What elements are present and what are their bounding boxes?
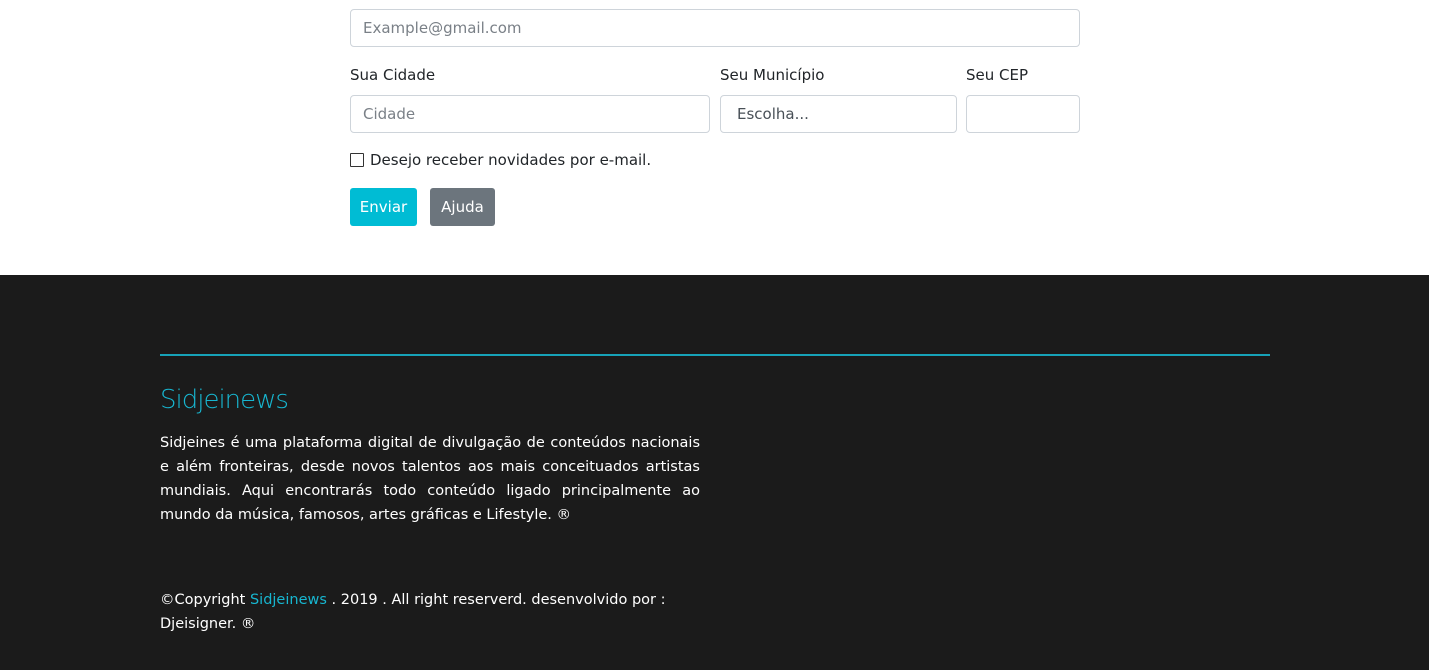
cep-label: Seu CEP	[966, 66, 1029, 84]
municipality-label: Seu Município	[720, 66, 825, 84]
newsletter-checkbox[interactable]	[350, 153, 364, 167]
cep-input[interactable]	[966, 95, 1080, 133]
help-button[interactable]: Ajuda	[430, 188, 495, 226]
city-input[interactable]	[350, 95, 710, 133]
municipality-selected-value: Escolha...	[737, 105, 809, 123]
footer-brand: Sidjeinews	[160, 385, 289, 415]
copyright-prefix: ©Copyright	[160, 592, 250, 608]
municipality-select[interactable]: Escolha...	[720, 95, 957, 133]
copyright-brand-link[interactable]: Sidjeinews	[250, 592, 327, 608]
newsletter-label: Desejo receber novidades por e-mail.	[370, 151, 652, 169]
footer: Sidjeinews Sidjeines é uma plataforma di…	[0, 275, 1429, 670]
contact-form: Sua Cidade Seu Município Seu CEP Escolha…	[0, 0, 1429, 275]
footer-divider	[160, 354, 1270, 356]
city-label: Sua Cidade	[350, 66, 436, 84]
footer-copyright: ©Copyright Sidjeinews . 2019 . All right…	[160, 588, 680, 636]
footer-about-text: Sidjeines é uma plataforma digital de di…	[160, 435, 700, 523]
send-button[interactable]: Enviar	[350, 188, 417, 226]
email-input[interactable]	[350, 9, 1080, 47]
